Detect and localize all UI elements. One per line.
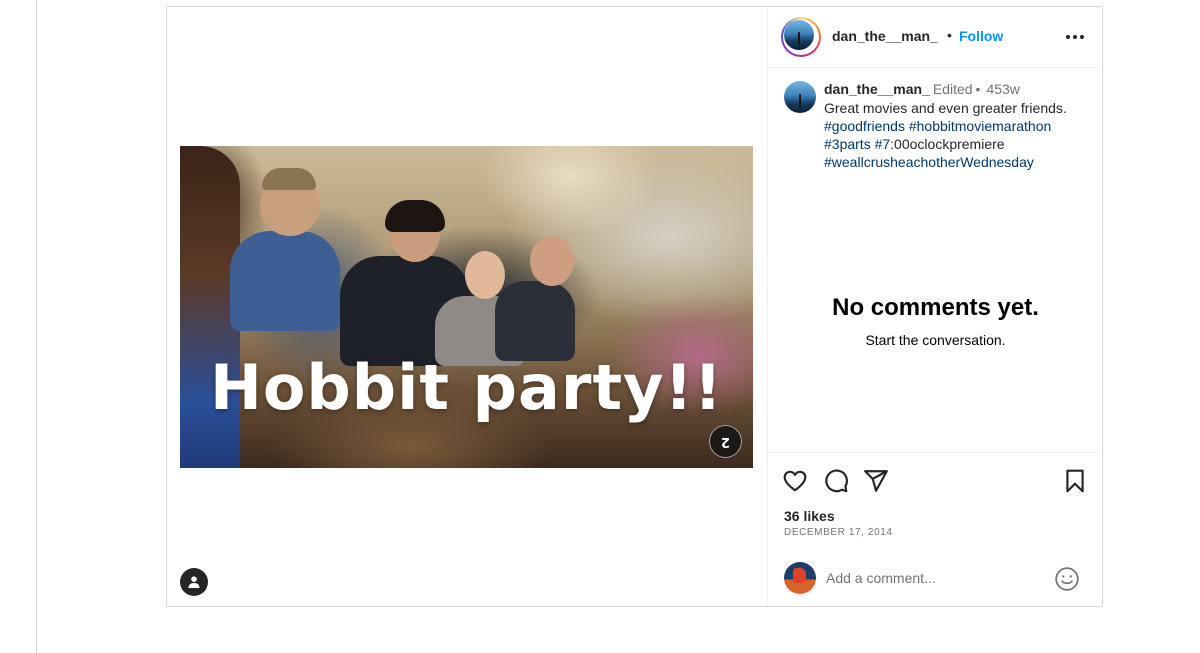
caption-separator: •	[975, 81, 981, 97]
emoji-icon[interactable]	[1054, 566, 1080, 592]
hashtag-link[interactable]: #goodfriends	[824, 118, 905, 134]
comment-composer	[768, 558, 1103, 607]
caption-text: Great movies and even greater friends. #…	[824, 99, 1094, 171]
caption-username[interactable]: dan_the__man_	[824, 81, 930, 97]
caption-avatar[interactable]	[784, 81, 816, 113]
post-time-ago[interactable]: 453w	[986, 81, 1019, 97]
heart-icon[interactable]	[782, 468, 808, 494]
hashtag-link[interactable]: #7	[875, 136, 891, 152]
hashtag-link[interactable]: #weallcrusheachotherWednesday	[824, 154, 1034, 170]
follow-button[interactable]: Follow	[959, 28, 1003, 44]
hashtag-link[interactable]: #hobbitmoviemarathon	[909, 118, 1051, 134]
post-dialog: Hobbit party!! 2 dan_the__man_ • Follow …	[166, 6, 1103, 607]
post-date[interactable]: DECEMBER 17, 2014	[784, 527, 893, 538]
post-sidebar: dan_the__man_ • Follow dan_the__man_ Edit…	[767, 7, 1103, 606]
post-actions: 36 likes DECEMBER 17, 2014	[768, 452, 1103, 606]
empty-comments-subtitle: Start the conversation.	[865, 332, 1006, 348]
author-avatar[interactable]	[781, 17, 821, 57]
likes-count[interactable]: 36 likes	[784, 508, 835, 524]
carousel-count-badge: 2	[709, 425, 742, 458]
comments-empty-state: No comments yet. Start the conversation.	[768, 294, 1103, 348]
user-tag-icon[interactable]	[180, 568, 208, 596]
comment-input[interactable]	[826, 567, 1046, 589]
post-header: dan_the__man_ • Follow	[768, 7, 1103, 68]
header-separator: •	[947, 27, 952, 43]
edited-label: Edited	[932, 81, 973, 97]
post-photo[interactable]: Hobbit party!! 2	[180, 146, 753, 468]
bookmark-icon[interactable]	[1062, 468, 1088, 494]
author-username[interactable]: dan_the__man_	[832, 28, 938, 44]
photo-overlay-text: Hobbit party!!	[209, 351, 724, 424]
hashtag-link[interactable]: #3parts	[824, 136, 871, 152]
page-divider	[36, 0, 37, 653]
empty-comments-title: No comments yet.	[832, 294, 1039, 321]
current-user-avatar[interactable]	[784, 562, 816, 594]
caption-trailing-text: :00oclockpremiere	[890, 136, 1005, 152]
comment-icon[interactable]	[823, 468, 849, 494]
more-options-icon[interactable]	[1062, 25, 1088, 49]
share-icon[interactable]	[863, 468, 889, 494]
post-media: Hobbit party!! 2	[167, 7, 767, 606]
caption-body: Great movies and even greater friends.	[824, 100, 1067, 116]
